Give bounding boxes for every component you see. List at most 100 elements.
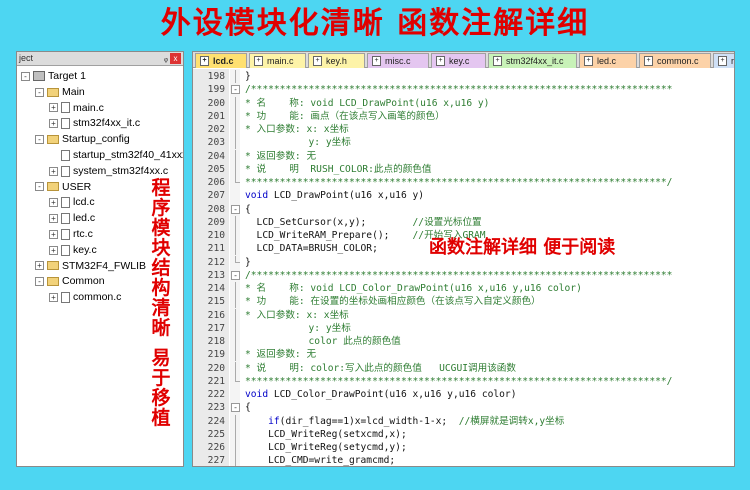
tree-item[interactable]: - Common	[35, 273, 105, 289]
close-icon[interactable]: x	[170, 53, 181, 64]
tree-item[interactable]: + system_stm32f4xx.c	[49, 163, 168, 179]
tree-item[interactable]: + common.c	[49, 289, 121, 305]
side-note-char: 模	[151, 217, 171, 239]
code-text: color 此点的颜色值	[245, 335, 401, 348]
file-icon	[61, 165, 70, 177]
code-token: LCD_WriteRAM_Prepare();	[245, 230, 413, 241]
collapse-icon[interactable]: -	[35, 87, 44, 97]
tree-item-label: Target 1	[48, 70, 86, 82]
expand-icon[interactable]: +	[49, 119, 58, 129]
tree-item[interactable]: + stm32f4xx_it.c	[49, 115, 140, 131]
code-text: }	[245, 256, 251, 269]
tree-item-label: Common	[62, 275, 105, 288]
fold-toggle-icon[interactable]: -	[231, 85, 240, 95]
expand-icon[interactable]: +	[49, 245, 58, 255]
file-icon: +	[372, 56, 381, 66]
project-panel-header: ject ᵩ x	[17, 52, 183, 66]
tab-label: stm32f4xx_it.c	[506, 56, 564, 66]
expand-icon[interactable]: +	[49, 103, 58, 113]
code-text: ****************************************…	[245, 176, 672, 189]
line-number: 212	[207, 256, 225, 268]
tab-label: led.c	[597, 56, 617, 66]
code-text: }	[245, 70, 251, 83]
code-line: 226 LCD_WriteReg(setycmd,y);	[193, 441, 734, 454]
file-icon	[61, 102, 70, 114]
code-line: 223-{	[193, 401, 734, 414]
tree-item[interactable]: startup_stm32f40_41xxx.	[49, 147, 184, 163]
file-icon	[61, 149, 70, 161]
tree-item[interactable]: + led.c	[49, 210, 95, 226]
file-icon: +	[493, 56, 502, 66]
fold-guide	[235, 162, 236, 176]
tab-key-h[interactable]: + key.h	[308, 53, 365, 68]
code-comment: * 入口参数: x: x坐标	[245, 309, 349, 321]
fold-guide	[235, 374, 240, 382]
line-number: 214	[207, 283, 225, 294]
code-line: 219 * 返回参数: 无	[193, 348, 734, 362]
fold-toggle-icon[interactable]: -	[231, 403, 240, 413]
tree-item[interactable]: - Main	[35, 84, 85, 100]
tab-key-c[interactable]: + key.c	[431, 53, 486, 68]
line-number: 216	[207, 309, 225, 321]
line-number: 198	[207, 71, 225, 82]
tree-item[interactable]: + rtc.c	[49, 226, 93, 242]
expand-icon[interactable]: +	[49, 213, 58, 223]
fold-guide	[235, 215, 236, 229]
line-number: 220	[207, 362, 225, 374]
tree-item[interactable]: + lcd.c	[49, 194, 95, 210]
tree-item-label: main.c	[73, 101, 104, 114]
expand-icon[interactable]: +	[49, 229, 58, 239]
tab-led-c[interactable]: + led.c	[579, 53, 637, 68]
tree-item-label: stm32f4xx_it.c	[73, 117, 141, 130]
folder-icon	[47, 87, 59, 97]
code-text: LCD_WriteReg(setycmd,y);	[245, 441, 407, 454]
line-number: 211	[207, 243, 225, 255]
collapse-icon[interactable]: -	[21, 71, 30, 81]
code-text: void LCD_DrawPoint(u16 x,u16 y)	[245, 189, 424, 202]
tab-misc-c[interactable]: + misc.c	[367, 53, 429, 68]
expand-icon[interactable]: +	[35, 261, 44, 271]
code-line: 227 LCD_CMD=write_gramcmd;	[193, 454, 734, 466]
code-line: 199-/***********************************…	[193, 83, 734, 96]
tree-item[interactable]: - Startup_config	[35, 131, 130, 147]
tree-item[interactable]: - USER	[35, 179, 91, 195]
expand-icon[interactable]: +	[49, 292, 58, 302]
code-keyword: if	[268, 415, 280, 427]
line-number: 225	[207, 428, 225, 440]
collapse-icon[interactable]: -	[35, 134, 44, 144]
tree-item[interactable]: + key.c	[49, 242, 97, 258]
tree-item[interactable]: + main.c	[49, 100, 104, 116]
tab-common-c[interactable]: + common.c	[639, 53, 711, 68]
tab-stm32f4xx-it-c[interactable]: + stm32f4xx_it.c	[488, 53, 577, 68]
tab-main-c[interactable]: + main.c	[249, 53, 306, 68]
tab-rtc-c[interactable]: + rtc.c	[713, 53, 734, 68]
tree-item[interactable]: - Target 1	[21, 68, 86, 84]
tab-label: main.c	[267, 56, 294, 66]
file-icon	[61, 118, 70, 130]
side-note-char: 植	[151, 407, 171, 429]
code-line: 208-{	[193, 203, 734, 216]
file-icon: +	[436, 56, 445, 66]
code-comment: /***************************************…	[245, 269, 673, 281]
file-icon: +	[313, 56, 322, 66]
target-icon	[33, 71, 45, 82]
tab-label: misc.c	[385, 56, 411, 66]
collapse-icon[interactable]: -	[35, 277, 44, 287]
expand-icon[interactable]: +	[49, 166, 58, 176]
fold-guide	[235, 109, 236, 123]
tree-item-label: startup_stm32f40_41xxx.	[73, 149, 184, 161]
code-line: 222 void LCD_Color_DrawPoint(u16 x,u16 y,…	[193, 388, 734, 401]
expand-icon[interactable]: +	[49, 198, 58, 208]
code-text: * 功 能: 在设置的坐标处画相应颜色（在该点写入自定义颜色）	[245, 295, 541, 308]
tree-item[interactable]: + STM32F4_FWLIB	[35, 258, 146, 274]
collapse-icon[interactable]: -	[35, 182, 44, 192]
pin-icon[interactable]: ᵩ	[164, 52, 168, 65]
fold-toggle-icon[interactable]: -	[231, 204, 240, 214]
file-icon	[61, 244, 70, 256]
code-comment: y: y坐标	[245, 137, 351, 149]
fold-toggle-icon[interactable]: -	[231, 270, 240, 280]
tab-lcd-c[interactable]: + lcd.c	[195, 53, 247, 68]
line-number: 202	[207, 124, 225, 135]
tree-item-label: key.c	[73, 243, 97, 256]
code-text: {	[245, 401, 251, 414]
